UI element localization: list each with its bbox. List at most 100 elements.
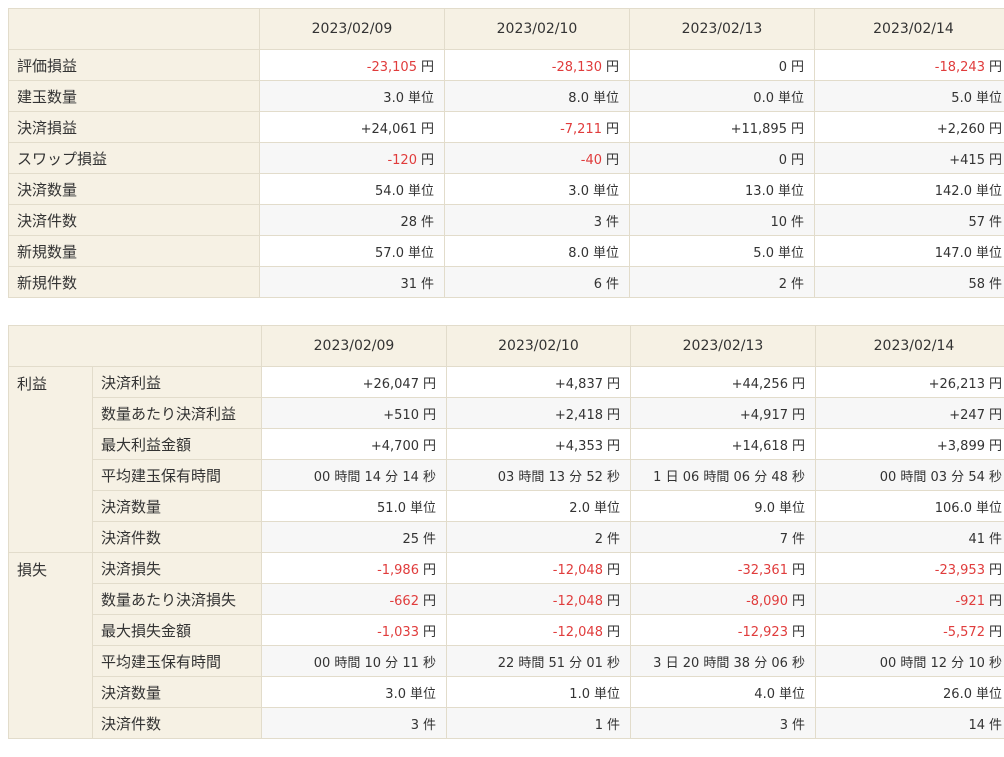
value-cell: 1.0 単位 [446,676,631,708]
value-cell: 4.0 単位 [630,676,816,708]
value-text: 3 日 20 時間 38 分 06 秒 [653,655,805,671]
value-text: +4,700 [370,438,419,454]
value-cell: 00 時間 10 分 11 秒 [261,645,447,677]
unit-text: 円 [791,624,805,640]
value-cell: 57.0 単位 [259,235,445,267]
value-cell: -40 円 [444,142,630,174]
table-row: 数量あたり決済損失 -662 円 -12,048 円 -8,090 円 -921 円 [9,583,1004,615]
value-cell: 3.0 単位 [444,173,630,205]
unit-text: 件 [791,717,805,733]
value-text: 3.0 [568,183,589,199]
value-text: 5.0 [951,90,972,106]
value-text: 13.0 [745,183,774,199]
value-cell: 41 件 [815,521,1004,553]
value-cell: 54.0 単位 [259,173,445,205]
unit-text: 円 [422,593,436,609]
value-text: +2,418 [554,407,603,423]
value-text: 10 [770,214,787,230]
value-text: 14 [968,717,985,733]
value-text: 41 [968,531,985,547]
value-text: 03 時間 13 分 52 秒 [497,469,620,485]
value-text: 58 [968,276,985,292]
value-cell: +4,917 円 [630,397,816,429]
unit-text: 円 [988,624,1002,640]
unit-text: 件 [988,531,1002,547]
value-text: +2,260 [936,121,985,137]
value-cell: -23,105 円 [259,49,445,81]
unit-text: 円 [422,407,436,423]
value-text: -12,048 [552,562,603,578]
detail-table: 2023/02/09 2023/02/10 2023/02/13 2023/02… [8,325,1004,739]
value-text: 3 [593,214,602,230]
unit-text: 件 [988,214,1002,230]
value-cell: -12,048 円 [446,614,631,646]
value-cell: 106.0 単位 [815,490,1004,522]
detail-corner-cell [8,325,262,367]
unit-text: 円 [791,438,805,454]
value-cell: 00 時間 12 分 10 秒 [815,645,1004,677]
value-text: 00 時間 03 分 54 秒 [879,469,1002,485]
value-cell: +24,061 円 [259,111,445,143]
table-row: 最大利益金額 +4,700 円 +4,353 円 +14,618 円 +3,899 円 [9,428,1004,460]
table-row: 決済損益 +24,061 円 -7,211 円 +11,895 円 +2,260 円 [8,111,1004,143]
row-label: 平均建玉保有時間 [92,459,262,491]
unit-text: 円 [791,407,805,423]
value-text: -5,572 [943,624,985,640]
table-row: 平均建玉保有時間 00 時間 14 分 14 秒 03 時間 13 分 52 秒 1 … [9,459,1004,491]
value-cell: 28 件 [259,204,445,236]
value-cell: 0円 [629,49,815,81]
value-text: +26,213 [928,376,985,392]
unit-text: 件 [605,276,619,292]
value-text: +26,047 [362,376,419,392]
value-cell: 0.0 単位 [629,80,815,112]
row-label: 平均建玉保有時間 [92,645,262,677]
unit-text: 円 [790,121,804,137]
value-text: -662 [389,593,419,609]
row-label: 建玉数量 [8,80,260,112]
table-row: 決済数量 54.0 単位 3.0 単位 13.0 単位 142.0 単位 [8,173,1004,205]
value-cell: +2,260 円 [814,111,1004,143]
value-cell: -12,048 円 [446,583,631,615]
value-text: -921 [955,593,985,609]
value-cell: 00 時間 03 分 54 秒 [815,459,1004,491]
table-row: 決済件数 3 件 1 件 3 件 14 件 [9,707,1004,739]
unit-text: 単位 [975,183,1002,199]
table-row: 決済数量 3.0 単位 1.0 単位 4.0 単位 26.0 単位 [9,676,1004,708]
unit-text: 円 [606,376,620,392]
value-cell: 2.0 単位 [446,490,631,522]
table-row: 決済件数 25 件 2 件 7 件 41 件 [9,521,1004,553]
unit-text: 単位 [975,686,1002,702]
value-text: 57 [968,214,985,230]
row-label: 数量あたり決済利益 [92,397,262,429]
value-text: +44,256 [731,376,788,392]
unit-text: 円 [988,562,1002,578]
unit-text: 円 [988,152,1002,168]
value-text: 2.0 [569,500,590,516]
value-text: +24,061 [360,121,417,137]
summary-date-header: 2023/02/14 [814,8,1004,50]
unit-text: 単位 [975,90,1002,106]
row-label: 決済件数 [92,707,262,739]
value-cell: 13.0 単位 [629,173,815,205]
value-text: +14,618 [731,438,788,454]
unit-text: 円 [988,593,1002,609]
unit-text: 件 [790,276,804,292]
unit-text: 件 [606,531,620,547]
table-row: 数量あたり決済利益 +510 円 +2,418 円 +4,917 円 +247 円 [9,397,1004,429]
value-cell: -7,211 円 [444,111,630,143]
value-text: +415 [949,152,985,168]
row-label: 数量あたり決済損失 [92,583,262,615]
unit-text: 単位 [778,500,805,516]
unit-text: 単位 [592,90,619,106]
value-cell: 5.0 単位 [629,235,815,267]
unit-text: 件 [422,531,436,547]
value-text: -12,048 [552,624,603,640]
row-label: 決済数量 [8,173,260,205]
unit-text: 単位 [593,500,620,516]
row-label: 評価損益 [8,49,260,81]
value-text: 1.0 [569,686,590,702]
value-text: -23,953 [934,562,985,578]
unit-text: 単位 [778,686,805,702]
row-label: 決済件数 [8,204,260,236]
value-text: 2 [778,276,787,292]
